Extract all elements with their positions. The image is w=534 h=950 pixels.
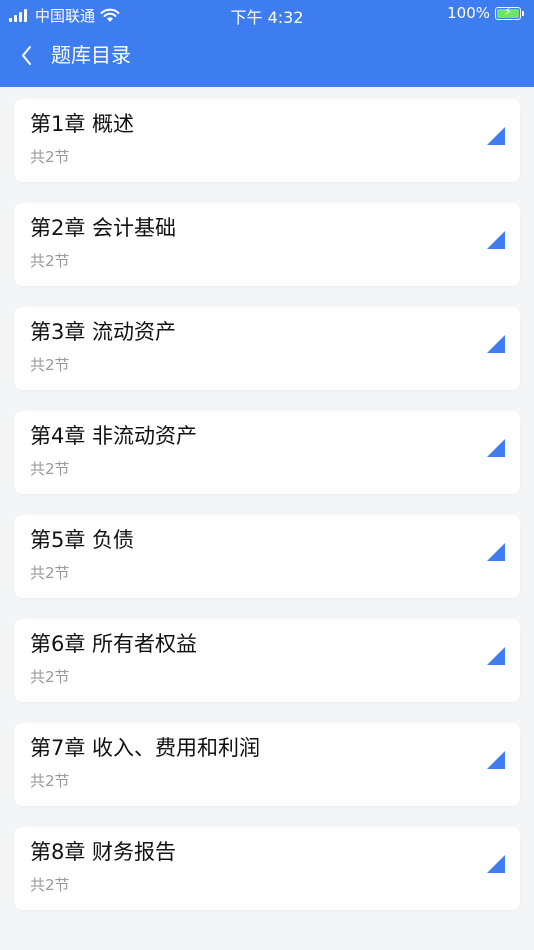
back-button[interactable] bbox=[14, 41, 44, 71]
corner-triangle-icon bbox=[487, 231, 505, 249]
chapter-card[interactable]: 第2章 会计基础共2节 bbox=[14, 203, 520, 286]
chapter-card[interactable]: 第1章 概述共2节 bbox=[14, 99, 520, 182]
chapter-title: 第2章 会计基础 bbox=[30, 216, 177, 240]
chapter-card[interactable]: 第4章 非流动资产共2节 bbox=[14, 411, 520, 494]
corner-triangle-icon bbox=[487, 127, 505, 145]
chapter-section-count: 共2节 bbox=[30, 564, 70, 582]
chapter-list: 第1章 概述 共2节 第2章 会计基础 共2节 第3章 流动资产 共2节 第4章 非流动资产… bbox=[0, 87, 534, 910]
status-bar: 中国联通 下午 4:32 100% ⚡ bbox=[0, 0, 534, 28]
chapter-section-count: 共2节 bbox=[30, 772, 70, 790]
chapter-card[interactable]: 第7章 收入、费用和利润共2节 bbox=[14, 723, 520, 806]
corner-triangle-icon bbox=[487, 647, 505, 665]
chapter-card[interactable]: 第6章 所有者权益共2节 bbox=[14, 619, 520, 702]
chapter-section-count: 共2节 bbox=[30, 252, 70, 270]
chapter-section-count: 共2节 bbox=[30, 460, 70, 478]
battery-percent: 100% bbox=[447, 4, 490, 22]
chapter-section-count: 共2节 bbox=[30, 668, 70, 686]
corner-triangle-icon bbox=[487, 439, 505, 457]
status-right: 100% ⚡ bbox=[447, 4, 524, 22]
chapter-title: 第8章 财务报告 bbox=[30, 840, 177, 864]
chapter-title: 第4章 非流动资产 bbox=[30, 424, 198, 448]
chapter-title: 第6章 所有者权益 bbox=[30, 632, 198, 656]
chapter-title: 第1章 概述 bbox=[30, 112, 135, 136]
chapter-section-count: 共2节 bbox=[30, 356, 70, 374]
battery-icon: ⚡ bbox=[495, 5, 521, 20]
chapter-title: 第5章 负债 bbox=[30, 528, 135, 552]
nav-bar: 题库目录 bbox=[0, 28, 534, 87]
corner-triangle-icon bbox=[487, 543, 505, 561]
chapter-card[interactable]: 第3章 流动资产共2节 bbox=[14, 307, 520, 390]
page-title: 题库目录 bbox=[51, 43, 131, 67]
chapter-title: 第7章 收入、费用和利润 bbox=[30, 736, 261, 760]
chapter-card[interactable]: 第5章 负债共2节 bbox=[14, 515, 520, 598]
corner-triangle-icon bbox=[487, 335, 505, 353]
corner-triangle-icon bbox=[487, 855, 505, 873]
corner-triangle-icon bbox=[487, 751, 505, 769]
chapter-section-count: 共2节 bbox=[30, 876, 70, 894]
battery-tip bbox=[522, 10, 524, 16]
chapter-section-count: 共2节 bbox=[30, 148, 70, 166]
header: 中国联通 下午 4:32 100% ⚡ 题库目录 bbox=[0, 0, 534, 87]
chevron-left-icon bbox=[22, 46, 31, 65]
chapter-title: 第3章 流动资产 bbox=[30, 320, 177, 344]
chapter-card[interactable]: 第8章 财务报告共2节 bbox=[14, 827, 520, 910]
